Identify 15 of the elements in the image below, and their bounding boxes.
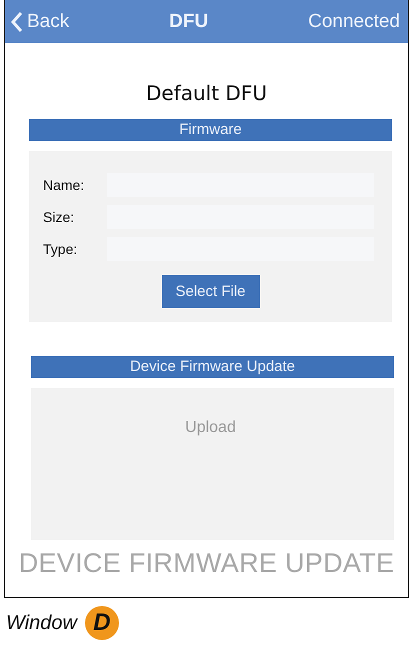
chevron-left-icon [11, 10, 23, 32]
select-file-button[interactable]: Select File [162, 275, 260, 308]
field-label: Size: [43, 209, 76, 225]
connection-status: Connected [308, 10, 400, 32]
field-label: Name: [43, 177, 86, 193]
section-header: Device Firmware Update [31, 356, 394, 378]
screen-title: DFU [169, 10, 208, 32]
page-heading: Default DFU [145, 81, 268, 105]
upload-button[interactable]: Upload [185, 418, 236, 438]
field-label: Type: [43, 241, 78, 257]
back-button[interactable]: Back [11, 10, 70, 32]
section-header: Firmware [29, 119, 392, 141]
caption: Window [6, 612, 77, 634]
banner-text: DEVICE FIRMWARE UPDATE [18, 548, 396, 579]
letter-badge: D [84, 606, 119, 640]
